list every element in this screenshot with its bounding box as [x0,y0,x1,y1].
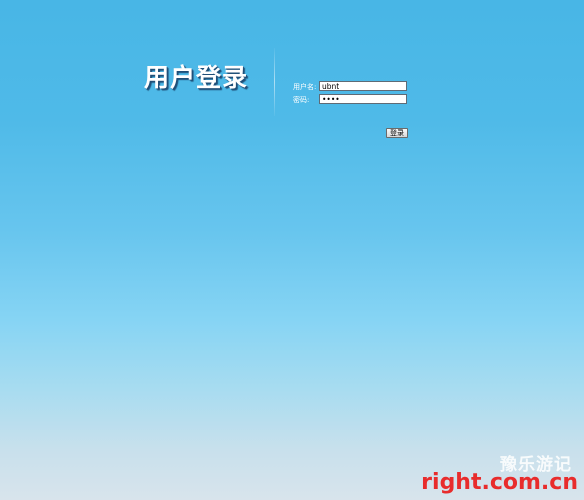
watermark-domain: right.com.cn [421,470,578,495]
username-label: 用户名: [293,83,317,91]
login-title: 用户登录 [144,63,249,92]
username-field[interactable] [319,81,407,91]
panel-divider [274,48,275,116]
password-label: 密码: [293,96,310,104]
login-button[interactable]: 登录 [386,128,408,138]
password-field[interactable] [319,94,407,104]
